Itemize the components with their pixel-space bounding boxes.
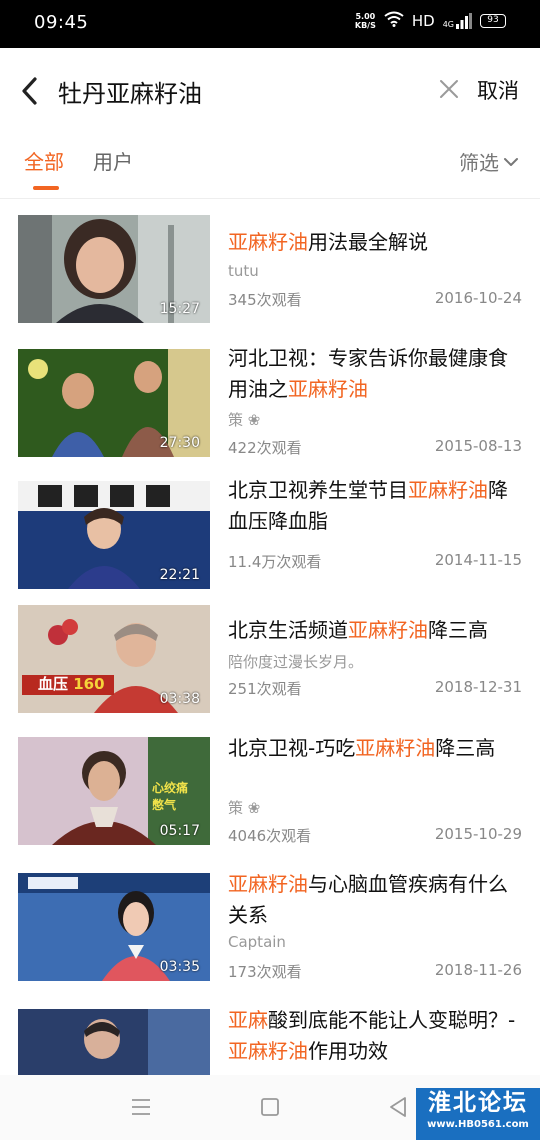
video-title[interactable]: 河北卫视：专家告诉你最健康食用油之亚麻籽油 xyxy=(228,343,524,405)
video-views: 345次观看 xyxy=(228,291,302,309)
video-author: 策 ❀ xyxy=(228,799,261,817)
nav-back-icon[interactable] xyxy=(388,1096,408,1122)
video-title[interactable]: 北京生活频道亚麻籽油降三高 xyxy=(228,615,524,646)
video-result-item[interactable]: 03:35 亚麻籽油与心脑血管疾病有什么关系 Captain 173次观看 20… xyxy=(0,863,540,999)
status-indicators: 5.00 KB/S HD 4G 93 xyxy=(355,11,506,31)
battery-icon: 93 xyxy=(480,14,506,28)
video-result-item[interactable]: 15:27 亚麻籽油用法最全解说 tutu 345次观看 2016-10-24 xyxy=(0,199,540,333)
video-thumbnail[interactable]: 27:30 xyxy=(18,349,210,457)
clear-icon[interactable] xyxy=(438,78,460,100)
video-views: 11.4万次观看 xyxy=(228,553,322,571)
search-header: 牡丹亚麻籽油 取消 xyxy=(0,48,540,134)
video-title[interactable]: 亚麻籽油用法最全解说 xyxy=(228,227,524,258)
video-views: 4046次观看 xyxy=(228,827,312,845)
title-highlight: 亚麻籽油 xyxy=(228,1039,308,1063)
title-highlight: 亚麻籽油 xyxy=(228,872,308,896)
title-text: 北京卫视养生堂节目 xyxy=(228,478,408,502)
title-highlight: 亚麻 xyxy=(228,1008,268,1032)
video-title[interactable]: 北京卫视养生堂节目亚麻籽油降血压降血脂 xyxy=(228,475,524,537)
menu-icon[interactable] xyxy=(131,1098,151,1120)
title-text: 北京卫视-巧吃 xyxy=(228,736,356,760)
title-highlight: 亚麻籽油 xyxy=(288,377,368,401)
video-title[interactable]: 北京卫视-巧吃亚麻籽油降三高 xyxy=(228,733,524,764)
video-duration: 03:38 xyxy=(159,691,200,707)
net-speed: 5.00 KB/S xyxy=(355,12,376,30)
video-views: 251次观看 xyxy=(228,680,302,698)
signal-icon: 4G xyxy=(443,13,472,29)
video-date: 2018-11-26 xyxy=(434,961,522,979)
video-thumbnail[interactable]: 15:27 xyxy=(18,215,210,323)
watermark-url: www.HB0561.com xyxy=(427,1119,529,1130)
title-text: 酸到底能不能让人变聪明？- xyxy=(268,1008,516,1032)
title-text: 河北卫视：专家告诉你最健康食用油之 xyxy=(228,346,508,401)
wifi-icon xyxy=(384,11,404,31)
video-views: 173次观看 xyxy=(228,963,302,981)
tab-all[interactable]: 全部 xyxy=(24,146,64,175)
video-result-item[interactable]: 心绞痛 憋气 05:17 北京卫视-巧吃亚麻籽油降三高 策 ❀ 4046次观看 2… xyxy=(0,725,540,863)
tab-active-indicator xyxy=(33,186,59,190)
video-duration: 15:27 xyxy=(159,301,200,317)
filter-label: 筛选 xyxy=(459,151,499,175)
back-arrow-icon[interactable] xyxy=(16,74,44,108)
video-title[interactable]: 亚麻籽油与心脑血管疾病有什么关系 xyxy=(228,869,524,931)
video-duration: 27:30 xyxy=(159,435,200,451)
video-result-item[interactable]: 22:21 北京卫视养生堂节目亚麻籽油降血压降血脂 11.4万次观看 2014-… xyxy=(0,465,540,595)
video-result-item[interactable]: 27:30 河北卫视：专家告诉你最健康食用油之亚麻籽油 策 ❀ 422次观看 2… xyxy=(0,333,540,465)
result-tabs: 全部 用户 筛选 xyxy=(0,134,540,198)
title-highlight: 亚麻籽油 xyxy=(348,618,428,642)
video-thumbnail[interactable]: 血压 160 03:38 xyxy=(18,605,210,713)
title-highlight: 亚麻籽油 xyxy=(228,230,308,254)
cancel-button[interactable]: 取消 xyxy=(477,75,519,105)
video-author: Captain xyxy=(228,933,286,951)
video-thumbnail[interactable]: 22:21 xyxy=(18,481,210,589)
status-bar: 09:45 5.00 KB/S HD 4G 93 xyxy=(0,0,540,48)
thumb-caption-icon: 心绞痛 憋气 xyxy=(152,781,189,812)
video-author: 策 ❀ xyxy=(228,411,261,429)
video-date: 2016-10-24 xyxy=(434,289,522,307)
network-type: 4G xyxy=(442,20,454,29)
thumb-caption-icon: 血压 160 xyxy=(38,675,105,693)
video-thumbnail[interactable]: 心绞痛 憋气 05:17 xyxy=(18,737,210,845)
video-author: 陪你度过漫长岁月。 xyxy=(228,653,364,671)
title-text: 降三高 xyxy=(428,618,488,642)
title-text: 降三高 xyxy=(435,736,496,760)
net-speed-value: 5.00 xyxy=(355,12,376,21)
video-result-item[interactable]: 血压 160 03:38 北京生活频道亚麻籽油降三高 陪你度过漫长岁月。 251… xyxy=(0,595,540,725)
status-time: 09:45 xyxy=(34,12,89,33)
video-views: 422次观看 xyxy=(228,439,302,457)
video-date: 2014-11-15 xyxy=(434,551,522,569)
title-text: 作用功效 xyxy=(308,1039,388,1063)
video-title[interactable]: 亚麻酸到底能不能让人变聪明？- 亚麻籽油作用功效 xyxy=(228,1005,524,1067)
tab-users[interactable]: 用户 xyxy=(93,146,133,175)
hd-indicator: HD xyxy=(411,12,435,30)
video-result-item[interactable]: 亚麻酸到底能不能让人变聪明？- 亚麻籽油作用功效 xyxy=(0,999,540,1075)
video-date: 2015-10-29 xyxy=(434,825,522,843)
watermark-logo: 淮北论坛 www.HB0561.com xyxy=(416,1088,540,1140)
video-duration: 22:21 xyxy=(159,567,200,583)
chevron-down-icon xyxy=(504,157,518,166)
video-results-list[interactable]: 15:27 亚麻籽油用法最全解说 tutu 345次观看 2016-10-24 … xyxy=(0,199,540,1075)
video-date: 2018-12-31 xyxy=(434,678,522,696)
video-thumbnail[interactable] xyxy=(18,1009,210,1075)
video-thumbnail[interactable]: 03:35 xyxy=(18,873,210,981)
net-speed-unit: KB/S xyxy=(354,21,376,30)
search-input[interactable]: 牡丹亚麻籽油 xyxy=(58,74,202,109)
video-author: tutu xyxy=(228,262,259,280)
watermark-title: 淮北论坛 xyxy=(428,1090,528,1116)
home-icon[interactable] xyxy=(260,1097,280,1121)
video-duration: 03:35 xyxy=(159,959,200,975)
video-date: 2015-08-13 xyxy=(434,437,522,455)
title-text: 用法最全解说 xyxy=(308,230,428,254)
filter-button[interactable]: 筛选 xyxy=(459,147,519,176)
title-highlight: 亚麻籽油 xyxy=(355,736,436,760)
title-text: 北京生活频道 xyxy=(228,618,348,642)
video-duration: 05:17 xyxy=(159,823,200,839)
title-highlight: 亚麻籽油 xyxy=(408,478,488,502)
